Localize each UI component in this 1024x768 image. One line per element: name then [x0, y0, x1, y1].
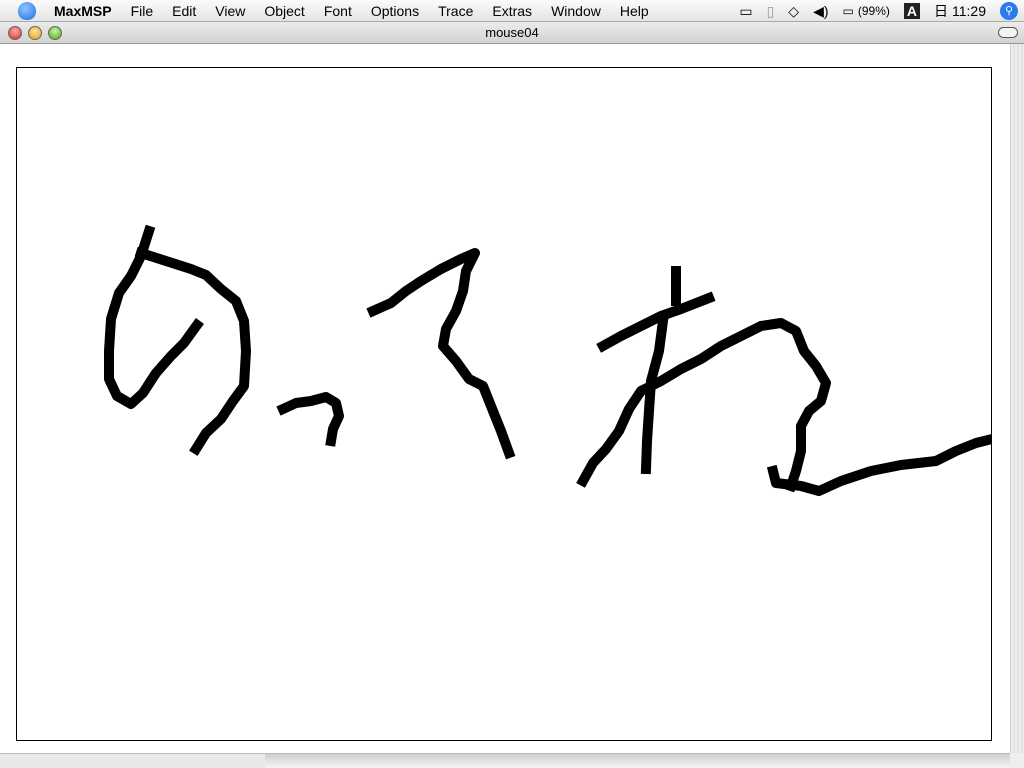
display-icon[interactable]: ▭: [739, 3, 752, 20]
drawing-canvas[interactable]: [16, 67, 992, 741]
menu-help[interactable]: Help: [620, 3, 649, 19]
battery-icon[interactable]: ▭ (99%): [843, 4, 890, 18]
menu-extras[interactable]: Extras: [492, 3, 532, 19]
close-button[interactable]: [8, 26, 22, 40]
wifi-icon[interactable]: ◇: [788, 3, 799, 20]
stroke: [134, 246, 251, 456]
menu-font[interactable]: Font: [324, 3, 352, 19]
minimize-button[interactable]: [28, 26, 42, 40]
window-title-bar[interactable]: mouse04: [0, 22, 1024, 44]
vertical-scrollbar[interactable]: [1010, 44, 1024, 753]
stroke: [576, 318, 831, 493]
stroke: [276, 392, 344, 447]
script-icon[interactable]: ▯: [767, 3, 775, 20]
input-method-icon[interactable]: A: [903, 3, 920, 19]
spotlight-search-icon[interactable]: ⚲: [1000, 2, 1018, 20]
handwriting-strokes: [104, 224, 991, 496]
menu-edit[interactable]: Edit: [172, 3, 196, 19]
clock[interactable]: 11:29: [952, 3, 986, 19]
menu-bar: MaxMSP File Edit View Object Font Option…: [0, 0, 1024, 22]
menu-file[interactable]: File: [131, 3, 154, 19]
menu-options[interactable]: Options: [371, 3, 419, 19]
horizontal-scroll-thumb[interactable]: [265, 754, 1010, 768]
apple-menu-icon[interactable]: [18, 1, 36, 20]
stroke: [366, 248, 516, 460]
volume-icon[interactable]: ◀): [813, 3, 828, 20]
stroke: [640, 315, 669, 475]
menu-window[interactable]: Window: [551, 3, 601, 19]
resize-grip-icon[interactable]: [1010, 753, 1024, 768]
horizontal-scrollbar[interactable]: [0, 753, 1010, 768]
zoom-button[interactable]: [48, 26, 62, 40]
menu-object[interactable]: Object: [264, 3, 304, 19]
menu-trace[interactable]: Trace: [438, 3, 473, 19]
menu-app[interactable]: MaxMSP: [54, 3, 112, 19]
battery-percent: (99%): [857, 4, 890, 18]
window-title: mouse04: [485, 25, 539, 40]
menu-view[interactable]: View: [215, 3, 245, 19]
day-label: 日: [934, 3, 948, 19]
toolbar-toggle-button[interactable]: [998, 27, 1018, 38]
